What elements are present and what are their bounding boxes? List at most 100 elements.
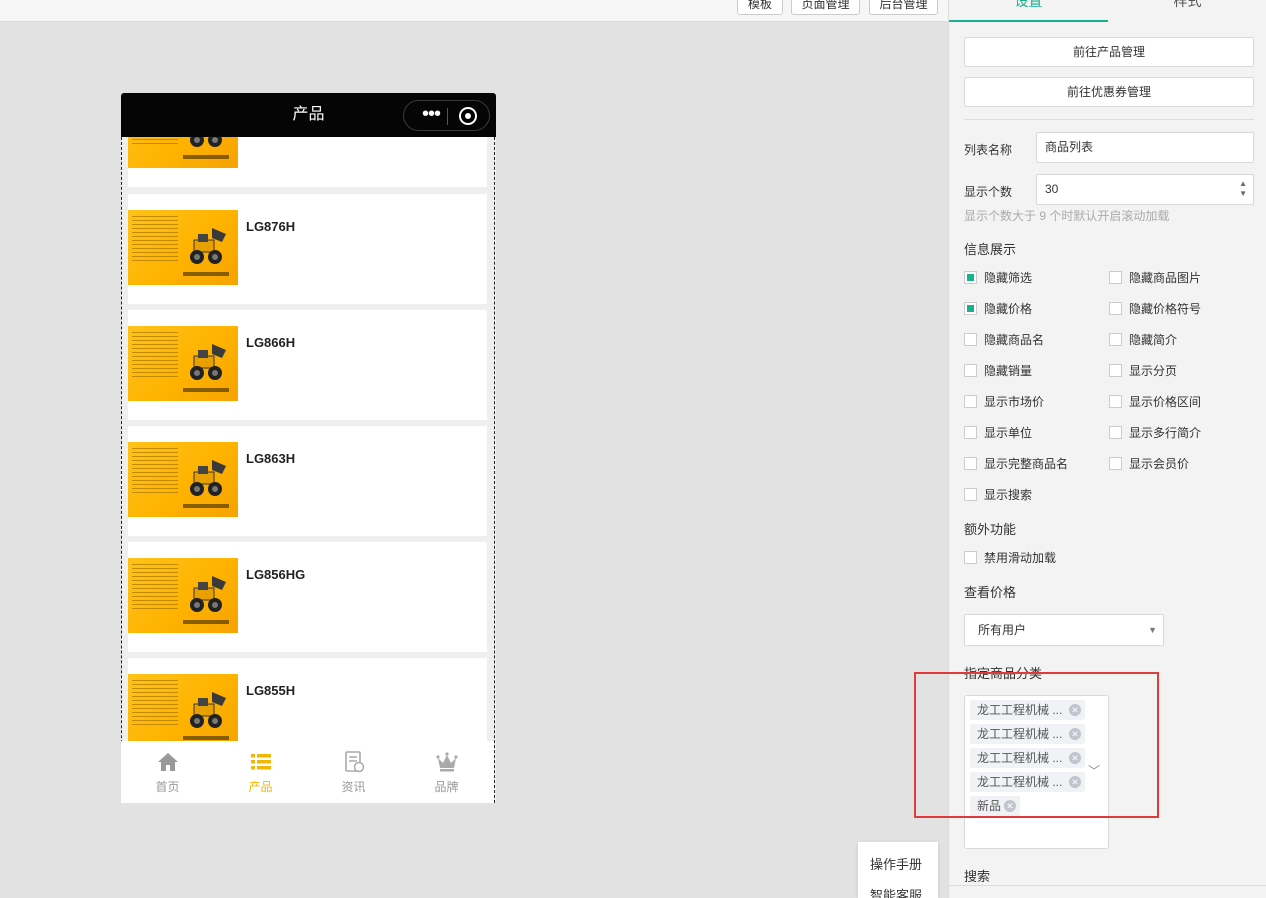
checkbox-label: 隐藏价格符号 [1129, 302, 1202, 316]
product-image [128, 558, 238, 633]
close-icon[interactable]: ✕ [1004, 800, 1016, 812]
checkbox-label: 隐藏商品名 [984, 333, 1045, 347]
target-circle-icon[interactable] [459, 107, 477, 125]
template-button[interactable]: 模板 [737, 0, 783, 15]
list-name-input[interactable]: 商品列表 [1036, 132, 1254, 163]
page-manage-button[interactable]: 页面管理 [791, 0, 860, 15]
help-float: 操作手册 智能客服 [858, 842, 938, 898]
checkbox-label: 显示价格区间 [1129, 395, 1202, 409]
category-tag: 龙工工程机械 ... ✕ [970, 748, 1085, 768]
close-icon[interactable]: ✕ [1069, 752, 1081, 764]
checkbox-label: 显示多行简介 [1129, 426, 1202, 440]
product-list[interactable]: LG876H LG866H LG863H LG856HG LG855H [121, 137, 496, 803]
category-tag: 龙工工程机械 ... ✕ [970, 772, 1085, 792]
checkbox-label: 显示分页 [1129, 364, 1178, 378]
product-name: LG855H [246, 683, 296, 698]
manual-link[interactable]: 操作手册 [870, 854, 922, 873]
tag-label: 龙工工程机械 ... [977, 703, 1063, 717]
chevron-down-icon[interactable]: ﹀ [1088, 762, 1100, 778]
product-image [128, 326, 238, 401]
backend-manage-button[interactable]: 后台管理 [869, 0, 938, 15]
tab-home[interactable]: 首页 [121, 741, 214, 803]
top-toolbar: 模板 页面管理 后台管理 [0, 0, 948, 22]
product-name: LG876H [246, 219, 296, 234]
category-multiselect[interactable]: ﹀ 龙工工程机械 ... ✕ 龙工工程机械 ... ✕ 龙工工程机械 ... ✕ 龙工工程机… [964, 695, 1109, 849]
bottom-tabbar: 首页 产品 资讯 品牌 [121, 741, 494, 803]
checkbox-box [964, 333, 977, 346]
goto-coupon-button[interactable]: 前往优惠券管理 [964, 77, 1254, 107]
product-card[interactable]: LG856HG [128, 542, 487, 652]
tab-products[interactable]: 产品 [214, 741, 307, 803]
tag-label: 龙工工程机械 ... [977, 775, 1063, 789]
close-icon[interactable]: ✕ [1069, 704, 1081, 716]
product-card[interactable]: LG866H [128, 310, 487, 420]
checkbox-box [964, 551, 977, 564]
category-tag: 龙工工程机械 ... ✕ [970, 700, 1085, 720]
checkbox-label: 显示单位 [984, 426, 1033, 440]
count-hint: 显示个数大于 9 个时默认开启滚动加载 [964, 209, 1170, 223]
checkbox-box [1109, 426, 1122, 439]
product-card[interactable]: LG876H [128, 194, 487, 304]
more-dots-icon[interactable]: ••• [416, 104, 446, 127]
divider [949, 885, 1266, 886]
checkbox-label: 显示完整商品名 [984, 457, 1069, 471]
tag-label: 龙工工程机械 ... [977, 751, 1063, 765]
list-name-label: 列表名称 [964, 143, 1013, 157]
checkbox-box [964, 488, 977, 501]
checkbox-label: 显示会员价 [1129, 457, 1190, 471]
home-icon [158, 753, 178, 771]
product-image [128, 674, 238, 749]
tab-news[interactable]: 资讯 [307, 741, 400, 803]
phone-header: 产品 ••• [121, 93, 496, 137]
crown-icon [436, 752, 458, 772]
extra-title: 额外功能 [964, 522, 1017, 537]
checkbox-box [964, 426, 977, 439]
price-visibility-select[interactable]: 所有用户 ▼ [964, 614, 1164, 646]
info-title: 信息展示 [964, 242, 1017, 257]
checkbox-label: 隐藏销量 [984, 364, 1033, 378]
service-link[interactable]: 智能客服 [870, 885, 922, 898]
settings-panel: 设置 样式 前往产品管理 前往优惠券管理 列表名称 商品列表 显示个数 30 ▲… [948, 0, 1266, 898]
product-card[interactable] [128, 137, 487, 187]
checkbox-box [964, 271, 977, 284]
checkbox-label: 禁用滑动加载 [984, 551, 1057, 565]
checkbox-label: 隐藏筛选 [984, 271, 1033, 285]
checkbox-box [964, 302, 977, 315]
product-name: LG866H [246, 335, 296, 350]
close-icon[interactable]: ✕ [1069, 776, 1081, 788]
checkbox-box [1109, 364, 1122, 377]
tab-label: 资讯 [341, 780, 366, 794]
category-tag: 龙工工程机械 ... ✕ [970, 724, 1085, 744]
tab-label: 首页 [155, 780, 180, 794]
tab-settings[interactable]: 设置 [949, 0, 1108, 22]
checkbox-box [1109, 395, 1122, 408]
tab-style[interactable]: 样式 [1108, 0, 1266, 22]
stepper-icon[interactable]: ▲ ▼ [1239, 179, 1247, 199]
chevron-down-icon: ▼ [1148, 625, 1157, 635]
checkbox-box [964, 457, 977, 470]
checkbox-box [964, 364, 977, 377]
close-icon[interactable]: ✕ [1069, 728, 1081, 740]
count-input[interactable]: 30 ▲ ▼ [1036, 174, 1254, 205]
tab-brand[interactable]: 品牌 [400, 741, 493, 803]
product-card[interactable]: LG863H [128, 426, 487, 536]
tab-label: 品牌 [434, 780, 459, 794]
price-title: 查看价格 [964, 585, 1017, 600]
checkbox-label: 显示搜索 [984, 488, 1033, 502]
count-label: 显示个数 [964, 185, 1013, 199]
category-title: 指定商品分类 [964, 666, 1043, 681]
goto-product-button[interactable]: 前往产品管理 [964, 37, 1254, 67]
product-name: LG856HG [246, 567, 306, 582]
divider [964, 119, 1254, 120]
search-title: 搜索 [964, 869, 991, 884]
checkbox-box [1109, 333, 1122, 346]
product-name: LG863H [246, 451, 296, 466]
list-icon [251, 754, 271, 770]
capsule-divider [447, 108, 448, 125]
product-image [128, 442, 238, 517]
checkbox-label: 隐藏价格 [984, 302, 1033, 316]
tag-label: 龙工工程机械 ... [977, 727, 1063, 741]
news-icon [345, 751, 365, 773]
category-tag: 新品 ✕ [970, 796, 1020, 816]
checkbox-label: 隐藏简介 [1129, 333, 1178, 347]
